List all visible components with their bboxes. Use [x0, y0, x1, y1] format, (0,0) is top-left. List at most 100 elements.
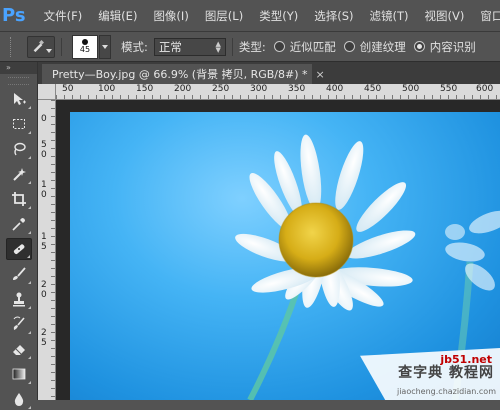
- type-label: 类型:: [238, 39, 266, 54]
- more-tools-indicator: [27, 255, 30, 258]
- more-tools-indicator: [28, 106, 31, 109]
- magic-wand-tool[interactable]: [6, 163, 32, 185]
- spot-healing-brush-tool[interactable]: [6, 238, 32, 260]
- radio-label: 近似匹配: [289, 39, 336, 54]
- crop-tool-icon: [12, 192, 26, 206]
- menu-bar: Ps 文件(F) 编辑(E) 图像(I) 图层(L) 类型(Y) 选择(S) 滤…: [0, 0, 500, 32]
- ruler-label: 1: [41, 232, 47, 242]
- gradient-tool[interactable]: [6, 363, 32, 385]
- eraser-tool[interactable]: [6, 338, 32, 360]
- menu-filter[interactable]: 滤镜(T): [361, 8, 416, 24]
- ruler-label: 500: [402, 84, 420, 94]
- ruler-label: 50: [62, 84, 74, 94]
- chevron-down-icon: [46, 48, 52, 53]
- tool-preset-picker[interactable]: [27, 35, 55, 58]
- photoshop-logo: Ps: [2, 5, 26, 26]
- ruler-label: 5: [41, 338, 47, 348]
- move-tool[interactable]: [6, 88, 32, 110]
- menu-layer[interactable]: 图层(L): [197, 8, 251, 24]
- ruler-label: 250: [212, 84, 230, 94]
- lasso-tool[interactable]: [6, 138, 32, 160]
- more-tools-indicator: [28, 281, 31, 284]
- more-tools-indicator: [28, 231, 31, 234]
- blur-tool[interactable]: [6, 388, 32, 410]
- menu-type[interactable]: 类型(Y): [251, 8, 306, 24]
- more-tools-indicator: [28, 406, 31, 409]
- more-tools-indicator: [28, 156, 31, 159]
- ruler-label: 0: [41, 150, 47, 160]
- ruler-label: 100: [98, 84, 116, 94]
- ruler-label: 350: [288, 84, 306, 94]
- radio-circle: [273, 41, 285, 52]
- marquee-tool-icon: [13, 119, 25, 129]
- radio-label: 创建纹理: [359, 39, 406, 54]
- menu-window[interactable]: 窗口(W: [472, 8, 500, 24]
- toolbox-grip[interactable]: [8, 77, 29, 85]
- options-grip[interactable]: [10, 36, 15, 57]
- horizontal-ruler[interactable]: 50 100 150 200 250 300 350 400 450 500 5…: [56, 84, 500, 100]
- clone-stamp-tool[interactable]: [6, 288, 32, 310]
- ruler-label: 5: [41, 140, 47, 150]
- main-menu: 文件(F) 编辑(E) 图像(I) 图层(L) 类型(Y) 选择(S) 滤镜(T…: [36, 8, 500, 24]
- ruler-label: 2: [41, 280, 47, 290]
- document-image[interactable]: jb51.net 查字典 教程网 jiaocheng.chazidian.com: [70, 112, 500, 400]
- history-brush-tool[interactable]: [6, 313, 32, 335]
- mode-select[interactable]: 正常 ▲ ▼: [153, 37, 226, 56]
- gradient-tool-icon: [12, 368, 26, 380]
- menu-image[interactable]: 图像(I): [145, 8, 196, 24]
- watermark-url: jiaocheng.chazidian.com: [396, 387, 496, 396]
- magic-wand-tool-icon: [13, 168, 26, 181]
- radio-create-texture[interactable]: 创建纹理: [343, 39, 406, 55]
- collapse-toolbox-button[interactable]: »: [0, 62, 37, 74]
- ruler-label: 200: [174, 84, 192, 94]
- menu-edit[interactable]: 编辑(E): [90, 8, 145, 24]
- eyedropper-tool-icon: [12, 218, 25, 231]
- lasso-tool-icon: [14, 142, 26, 156]
- chevron-down-icon: [102, 44, 108, 49]
- ruler-label: 150: [136, 84, 154, 94]
- more-tools-indicator: [28, 181, 31, 184]
- more-tools-indicator: [28, 206, 31, 209]
- document-tab[interactable]: Pretty—Boy.jpg @ 66.9% (背景 拷贝, RGB/8#) *…: [42, 64, 325, 84]
- radio-circle-selected: [413, 41, 425, 52]
- brush-picker-dropdown[interactable]: [99, 34, 111, 59]
- move-tool-icon: [14, 93, 26, 105]
- crop-tool[interactable]: [6, 188, 32, 210]
- radio-content-aware[interactable]: 内容识别: [413, 39, 476, 55]
- ruler-label: 2: [41, 328, 47, 338]
- updown-arrows-icon: ▲ ▼: [215, 39, 221, 54]
- ruler-label: 600: [476, 84, 494, 94]
- mode-label: 模式:: [121, 39, 148, 54]
- radio-proximity-match[interactable]: 近似匹配: [273, 39, 336, 55]
- ruler-label: 400: [326, 84, 344, 94]
- more-tools-indicator: [28, 381, 31, 384]
- ruler-origin[interactable]: [38, 84, 56, 100]
- eraser-tool-icon: [13, 345, 25, 355]
- mode-value: 正常: [158, 39, 182, 54]
- brush-size-value: 45: [79, 45, 91, 54]
- healing-brush-icon: [33, 39, 44, 52]
- menu-select[interactable]: 选择(S): [306, 8, 361, 24]
- ruler-label: 0: [41, 190, 47, 200]
- brush-tool[interactable]: [6, 263, 32, 285]
- marquee-tool[interactable]: [6, 113, 32, 135]
- document-tab-bar: Pretty—Boy.jpg @ 66.9% (背景 拷贝, RGB/8#) *…: [38, 62, 500, 84]
- ruler-label: 0: [41, 290, 47, 300]
- eyedropper-tool[interactable]: [6, 213, 32, 235]
- clone-stamp-tool-icon: [13, 292, 25, 307]
- vertical-ruler[interactable]: 0 5 0 1 0 1 5 2 0 2 5: [38, 100, 56, 400]
- close-icon[interactable]: ×: [316, 68, 325, 81]
- brush-size-picker[interactable]: 45: [72, 34, 98, 59]
- document-title: Pretty—Boy.jpg @ 66.9% (背景 拷贝, RGB/8#) *: [52, 68, 308, 81]
- separator: [61, 37, 62, 56]
- spot-healing-brush-tool-icon: [13, 244, 25, 254]
- more-tools-indicator: [28, 306, 31, 309]
- ruler-label: 1: [41, 180, 47, 190]
- ruler-label: 300: [250, 84, 268, 94]
- more-tools-indicator: [28, 356, 31, 359]
- ruler-label: 0: [41, 114, 47, 124]
- menu-file[interactable]: 文件(F): [36, 8, 91, 24]
- ruler-label: 450: [364, 84, 382, 94]
- menu-view[interactable]: 视图(V): [416, 8, 472, 24]
- radio-circle: [343, 41, 355, 52]
